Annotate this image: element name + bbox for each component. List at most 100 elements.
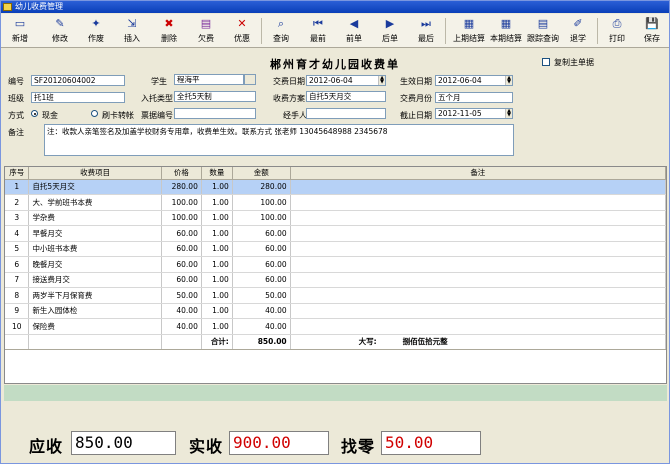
next-button[interactable]: ▶ 后单 [375,16,405,46]
withdraw-button[interactable]: ✐ 退学 [563,16,593,46]
student-lookup-button[interactable] [244,74,256,85]
cell-item[interactable]: 早餐月交 [28,225,162,242]
new-button[interactable]: ▭ 新增 [5,16,35,46]
last-period-button[interactable]: ▦ 上期结算 [451,16,487,46]
cell-note[interactable] [290,287,666,304]
cell-amount[interactable]: 60.00 [232,256,291,273]
col-header-note[interactable]: 备注 [290,167,666,180]
cell-price[interactable]: 100.00 [161,194,202,211]
void-button[interactable]: ✦ 作废 [81,16,111,46]
receivable-field[interactable]: 850.00 [71,431,176,455]
col-header-price[interactable]: 价格 [161,167,202,180]
cell-qty[interactable]: 1.00 [201,210,233,226]
cell-price[interactable]: 60.00 [161,225,202,242]
cell-amount[interactable]: 40.00 [232,318,291,335]
table-row[interactable]: 1 自托5天月交 280.00 1.00 280.00 [5,179,666,195]
search-button[interactable]: ⌕ 查询 [266,16,296,46]
received-field[interactable]: 900.00 [229,431,329,455]
cell-price[interactable]: 60.00 [161,241,202,257]
cell-note[interactable] [290,210,666,226]
effective-date-field[interactable]: 2012-06-04 ▲ ▼ [435,75,513,86]
table-row[interactable]: 3 学杂费 100.00 1.00 100.00 [5,210,666,226]
cell-note[interactable] [290,179,666,195]
pay-date-spinner[interactable]: ▲ ▼ [378,76,385,85]
col-header-item[interactable]: 收费项目 [28,167,162,180]
table-row[interactable]: 5 中小班书本费 60.00 1.00 60.00 [5,241,666,257]
cell-note[interactable] [290,256,666,273]
cell-amount[interactable]: 60.00 [232,241,291,257]
insert-button[interactable]: ⇲ 插入 [117,16,147,46]
receipt-no-field[interactable] [174,108,256,119]
col-header-qty[interactable]: 数量 [201,167,233,180]
cell-item[interactable]: 接送费月交 [28,272,162,288]
cell-item[interactable]: 晚餐月交 [28,256,162,273]
table-row[interactable]: 6 晚餐月交 60.00 1.00 60.00 [5,256,666,273]
end-date-field[interactable]: 2012-11-05 ▲ ▼ [435,108,513,119]
prev-button[interactable]: ◀ 前单 [339,16,369,46]
cell-item[interactable]: 中小班书本费 [28,241,162,257]
cell-amount[interactable]: 50.00 [232,287,291,304]
cell-note[interactable] [290,272,666,288]
table-row[interactable]: 7 接送费月交 60.00 1.00 60.00 [5,272,666,288]
cell-qty[interactable]: 1.00 [201,256,233,273]
cell-qty[interactable]: 1.00 [201,287,233,304]
delete-button[interactable]: ✖ 删除 [154,16,184,46]
print-button[interactable]: ⎙ 打印 [602,16,632,46]
save-button[interactable]: 💾 保存 [637,16,667,46]
cell-amount[interactable]: 100.00 [232,210,291,226]
change-field[interactable]: 50.00 [381,431,481,455]
cell-qty[interactable]: 1.00 [201,225,233,242]
cell-price[interactable]: 50.00 [161,287,202,304]
cell-price[interactable]: 40.00 [161,318,202,335]
card-radio[interactable] [91,110,98,117]
cell-note[interactable] [290,194,666,211]
cell-price[interactable]: 100.00 [161,210,202,226]
cell-note[interactable] [290,303,666,319]
cell-qty[interactable]: 1.00 [201,194,233,211]
scheme-field[interactable]: 自托5天月交 [306,91,386,102]
track-button[interactable]: ▤ 跟踪查询 [525,16,561,46]
remark-field[interactable]: 注：收款人亲笔签名及加盖学校财务专用章，收费单生效。联系方式 张老师 13045… [44,124,514,156]
cell-qty[interactable]: 1.00 [201,303,233,319]
cell-amount[interactable]: 280.00 [232,179,291,195]
student-field[interactable]: 程海平 [174,74,244,85]
cell-note[interactable] [290,225,666,242]
care-type-field[interactable]: 全托5天制 [174,91,256,102]
table-row[interactable]: 8 两岁半下月保育费 50.00 1.00 50.00 [5,287,666,304]
last-button[interactable]: ⏭ 最后 [411,16,441,46]
cell-price[interactable]: 60.00 [161,256,202,273]
cell-item[interactable]: 新生入园体检 [28,303,162,319]
cell-amount[interactable]: 60.00 [232,225,291,242]
cell-amount[interactable]: 60.00 [232,272,291,288]
cell-item[interactable]: 自托5天月交 [28,179,162,195]
first-button[interactable]: ⏮ 最前 [303,16,333,46]
end-date-spinner[interactable]: ▲ ▼ [505,109,512,118]
cell-note[interactable] [290,318,666,335]
cell-price[interactable]: 60.00 [161,272,202,288]
number-field[interactable]: SF20120604002 [31,75,125,86]
col-header-no[interactable]: 序号 [5,167,30,180]
cell-qty[interactable]: 1.00 [201,241,233,257]
table-row[interactable]: 9 新生入园体检 40.00 1.00 40.00 [5,303,666,319]
cell-price[interactable]: 280.00 [161,179,202,195]
cell-item[interactable]: 两岁半下月保育费 [28,287,162,304]
cell-amount[interactable]: 100.00 [232,194,291,211]
col-header-amount[interactable]: 金额 [232,167,291,180]
table-row[interactable]: 2 大、学前班书本费 100.00 1.00 100.00 [5,194,666,211]
cell-item[interactable]: 学杂费 [28,210,162,226]
copy-main-checkbox[interactable] [542,58,550,66]
this-period-button[interactable]: ▦ 本期结算 [488,16,524,46]
edit-button[interactable]: ✎ 修改 [45,16,75,46]
cell-price[interactable]: 40.00 [161,303,202,319]
table-row[interactable]: 4 早餐月交 60.00 1.00 60.00 [5,225,666,242]
arrears-button[interactable]: ▤ 欠费 [191,16,221,46]
cell-qty[interactable]: 1.00 [201,272,233,288]
cell-qty[interactable]: 1.00 [201,318,233,335]
pay-months-field[interactable]: 五个月 [435,92,513,103]
cell-amount[interactable]: 40.00 [232,303,291,319]
cash-radio[interactable] [31,110,38,117]
cell-item[interactable]: 大、学前班书本费 [28,194,162,211]
table-row[interactable]: 10 保险费 40.00 1.00 40.00 [5,318,666,335]
cell-qty[interactable]: 1.00 [201,179,233,195]
handler-field[interactable] [306,108,386,119]
